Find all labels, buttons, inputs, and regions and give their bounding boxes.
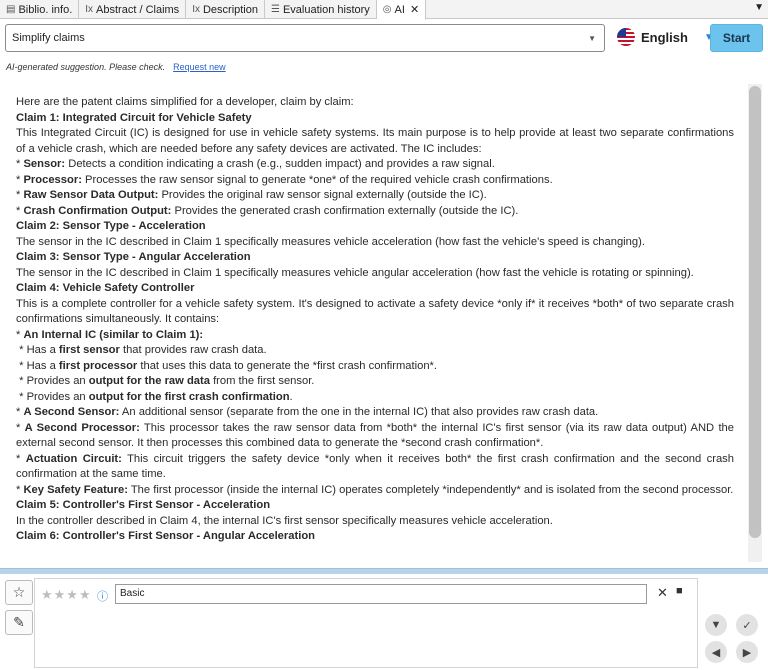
evaluation-area: ☆ ✎ ★★★★ ⓘ Basic ✕ ■ ▼ ✓ ◀ ▶ [0, 574, 768, 670]
comment-icon[interactable]: ✎ [5, 610, 33, 635]
request-new-link[interactable]: Request new [173, 62, 226, 72]
thumbs-down-icon[interactable]: ▼ [705, 614, 727, 636]
language-select[interactable]: English ▼ [617, 28, 714, 46]
comment-field[interactable]: Basic [115, 584, 647, 604]
tab-description[interactable]: Ix Description [186, 0, 265, 19]
star-rating[interactable]: ★★★★ [41, 587, 92, 603]
text-format-icon: Ix [192, 4, 200, 15]
us-flag-icon [617, 28, 635, 46]
user-star-icon[interactable]: ☆ [5, 580, 33, 605]
start-button[interactable]: Start [710, 24, 763, 52]
result-text: Here are the patent claims simplified fo… [16, 96, 734, 542]
check-icon[interactable]: ✓ [736, 614, 758, 636]
tab-abstract-claims[interactable]: Ix Abstract / Claims [79, 0, 187, 19]
mode-select[interactable]: Simplify claims ▼ [5, 24, 605, 52]
side-buttons: ☆ ✎ [5, 580, 33, 640]
save-icon[interactable]: ■ [676, 585, 683, 597]
text-format-icon: Ix [85, 4, 94, 15]
clear-icon[interactable]: ✕ [657, 585, 668, 601]
document-icon: ▤ [6, 4, 16, 15]
vertical-scrollbar[interactable] [748, 84, 762, 562]
list-icon: ☰ [271, 4, 280, 15]
tab-evaluation-history[interactable]: ☰ Evaluation history [265, 0, 377, 19]
info-icon[interactable]: ⓘ [97, 588, 108, 604]
tab-overflow-icon[interactable]: ▼ [754, 2, 764, 13]
tab-ai[interactable]: ◎ AI ✕ [376, 0, 427, 20]
tab-bar: ▤ Biblio. info. Ix Abstract / Claims Ix Des… [0, 0, 768, 20]
ai-icon: ◎ [382, 4, 392, 15]
evaluation-panel: ★★★★ ⓘ Basic ✕ ■ [34, 578, 698, 668]
chevron-down-icon: ▼ [588, 34, 596, 43]
tab-biblio-info[interactable]: ▤ Biblio. info. [0, 0, 80, 19]
previous-icon[interactable]: ◀ [705, 641, 727, 663]
scrollbar-thumb[interactable] [749, 86, 761, 538]
ai-hint: AI-generated suggestion. Please check. Re… [6, 62, 226, 72]
next-icon[interactable]: ▶ [736, 641, 758, 663]
toolbar: Simplify claims ▼ English ▼ Start [5, 24, 763, 52]
close-icon[interactable]: ✕ [410, 3, 419, 16]
